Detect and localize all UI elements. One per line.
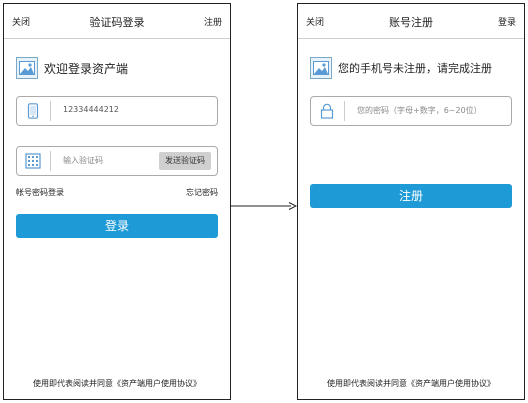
register-screen: 关闭 账号注册 登录 您的手机号未注册，请完成注册 您的密码（字母+数字，6~2… xyxy=(297,3,525,400)
phone-field[interactable]: 12334444212 xyxy=(16,96,218,126)
register-message: 您的手机号未注册，请完成注册 xyxy=(338,62,492,75)
page-title: 账号注册 xyxy=(389,16,433,29)
message-row: 您的手机号未注册，请完成注册 xyxy=(310,54,492,82)
agreement-text[interactable]: 使用即代表阅读并同意《资产端用户使用协议》 xyxy=(4,378,230,389)
top-bar: 关闭 验证码登录 注册 xyxy=(4,4,230,39)
send-code-button[interactable]: 发送验证码 xyxy=(159,152,211,170)
account-login-link[interactable]: 帐号密码登录 xyxy=(16,187,64,198)
code-field[interactable]: 输入验证码 发送验证码 xyxy=(16,146,218,176)
password-field[interactable]: 您的密码（字母+数字，6~20位） xyxy=(310,96,512,126)
arrow-right-icon xyxy=(231,202,297,210)
phone-input[interactable]: 12334444212 xyxy=(63,105,119,114)
welcome-row: 欢迎登录资产端 xyxy=(16,54,128,82)
divider xyxy=(50,151,51,171)
phone-icon xyxy=(27,103,39,119)
lock-icon xyxy=(320,103,334,119)
divider xyxy=(344,101,345,121)
page-title: 验证码登录 xyxy=(89,16,145,29)
login-button[interactable]: 登录 xyxy=(16,214,218,238)
agreement-text[interactable]: 使用即代表阅读并同意《资产端用户使用协议》 xyxy=(298,378,524,389)
forgot-password-link[interactable]: 忘记密码 xyxy=(186,187,218,198)
code-input[interactable]: 输入验证码 xyxy=(63,155,103,166)
register-link[interactable]: 注册 xyxy=(204,15,222,28)
welcome-text: 欢迎登录资产端 xyxy=(44,61,129,76)
login-link[interactable]: 登录 xyxy=(498,15,516,28)
keypad-icon xyxy=(25,153,41,169)
login-screen: 关闭 验证码登录 注册 欢迎登录资产端 12334444212 输入验证码 发送… xyxy=(3,3,231,400)
image-icon xyxy=(16,57,38,79)
register-button[interactable]: 注册 xyxy=(310,184,512,208)
divider xyxy=(50,101,51,121)
password-input[interactable]: 您的密码（字母+数字，6~20位） xyxy=(357,105,482,116)
top-bar: 关闭 账号注册 登录 xyxy=(298,4,524,39)
image-icon xyxy=(310,57,332,79)
